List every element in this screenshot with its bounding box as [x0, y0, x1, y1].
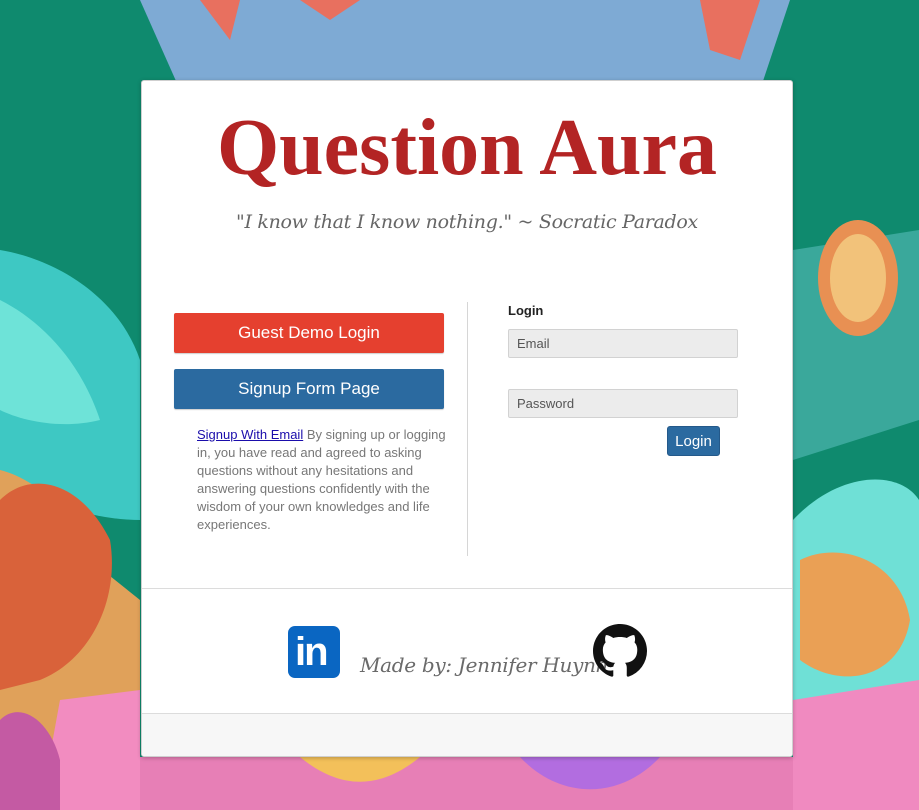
linkedin-icon[interactable]: in	[288, 626, 340, 678]
login-heading: Login	[508, 303, 544, 318]
signup-with-email-link[interactable]: Signup With Email	[197, 427, 303, 442]
login-card: Question Aura "I know that I know nothin…	[141, 80, 793, 757]
email-input[interactable]	[508, 329, 738, 358]
terms-text-block: Signup With Email By signing up or loggi…	[197, 426, 447, 534]
tagline-quote: "I know that I know nothing." ~ Socratic…	[236, 211, 698, 233]
password-input[interactable]	[508, 389, 738, 418]
footer-divider-top	[142, 588, 792, 589]
signup-form-page-button[interactable]: Signup Form Page	[174, 369, 444, 409]
linkedin-icon-text: in	[295, 630, 329, 674]
app-title: Question Aura	[216, 104, 718, 192]
card-footer	[142, 714, 792, 756]
made-by-text: Made by: Jennifer Huynh	[360, 653, 609, 677]
github-icon[interactable]	[593, 624, 647, 678]
terms-text: By signing up or logging in, you have re…	[197, 427, 446, 532]
guest-demo-login-button[interactable]: Guest Demo Login	[174, 313, 444, 353]
vertical-divider	[467, 302, 468, 556]
login-button[interactable]: Login	[667, 426, 720, 456]
footer-credits: in Made by: Jennifer Huynh	[142, 623, 792, 683]
